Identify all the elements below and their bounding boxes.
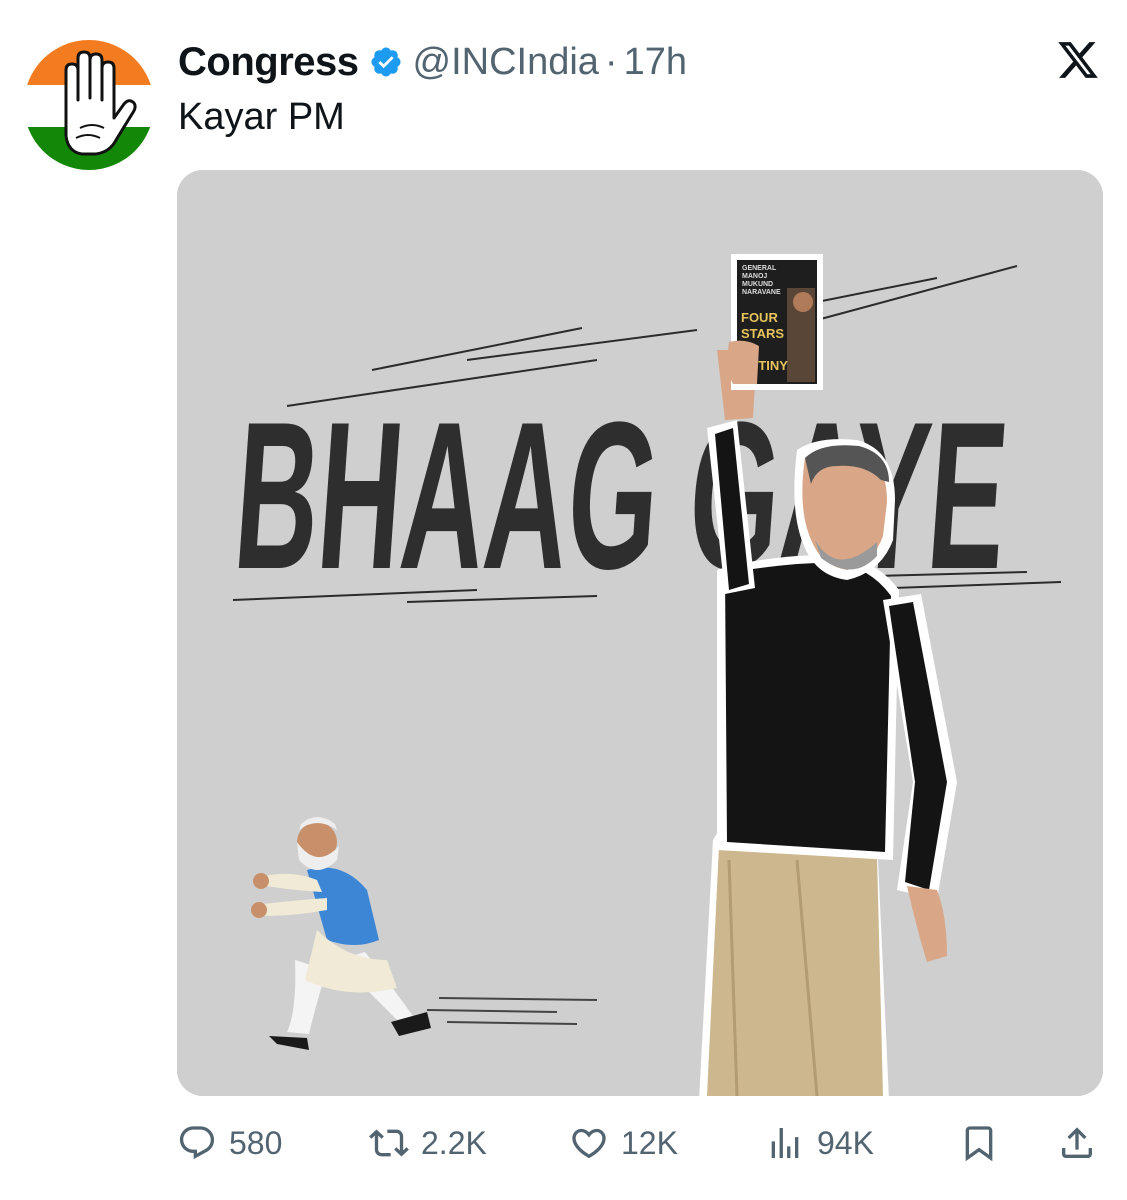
book-illustration: GENERAL MANOJ MUKUND NARAVANE FOUR STARS…: [727, 254, 823, 390]
book-author-line-2: MANOJ: [742, 273, 767, 280]
reply-icon: [179, 1126, 215, 1160]
separator-dot: ·: [604, 40, 618, 83]
views-count: 94K: [817, 1124, 874, 1161]
tweet-media-image[interactable]: BHAAG GAYE: [177, 170, 1103, 1096]
handle[interactable]: @INCIndia: [413, 41, 599, 84]
share-icon: [1062, 1127, 1092, 1158]
bookmark-button[interactable]: [959, 1118, 999, 1168]
bookmark-icon: [965, 1126, 993, 1162]
congress-hand-logo-icon: [24, 40, 154, 170]
reply-count: 580: [229, 1124, 283, 1161]
book-author-line-3: MUKUND: [742, 281, 773, 288]
share-button[interactable]: [1057, 1118, 1097, 1168]
repost-count: 2.2K: [421, 1124, 487, 1161]
repost-icon: [369, 1129, 409, 1157]
book-author-line-1: GENERAL: [742, 265, 777, 272]
x-logo-icon: [1056, 38, 1100, 82]
views-icon: [771, 1128, 799, 1158]
book-title-line-1: FOUR: [741, 310, 778, 325]
repost-button[interactable]: 2.2K: [369, 1118, 487, 1168]
display-name[interactable]: Congress: [178, 40, 359, 85]
tweet-header: Congress @INCIndia · 17h: [178, 38, 687, 86]
tweet-text: Kayar PM: [178, 96, 345, 138]
book-title-line-2: STARS: [741, 326, 784, 341]
action-bar: 580 2.2K 12K 94K: [177, 1118, 1103, 1168]
avatar[interactable]: [24, 40, 154, 170]
like-button[interactable]: 12K: [569, 1118, 678, 1168]
timestamp[interactable]: 17h: [624, 41, 687, 84]
heart-icon: [572, 1128, 606, 1159]
views-button[interactable]: 94K: [765, 1118, 874, 1168]
headline-text: BHAAG GAYE: [228, 378, 1014, 613]
reply-button[interactable]: 580: [177, 1118, 282, 1168]
verified-badge-icon: [369, 45, 403, 79]
like-count: 12K: [621, 1124, 678, 1161]
book-author-line-4: NARAVANE: [742, 289, 781, 296]
